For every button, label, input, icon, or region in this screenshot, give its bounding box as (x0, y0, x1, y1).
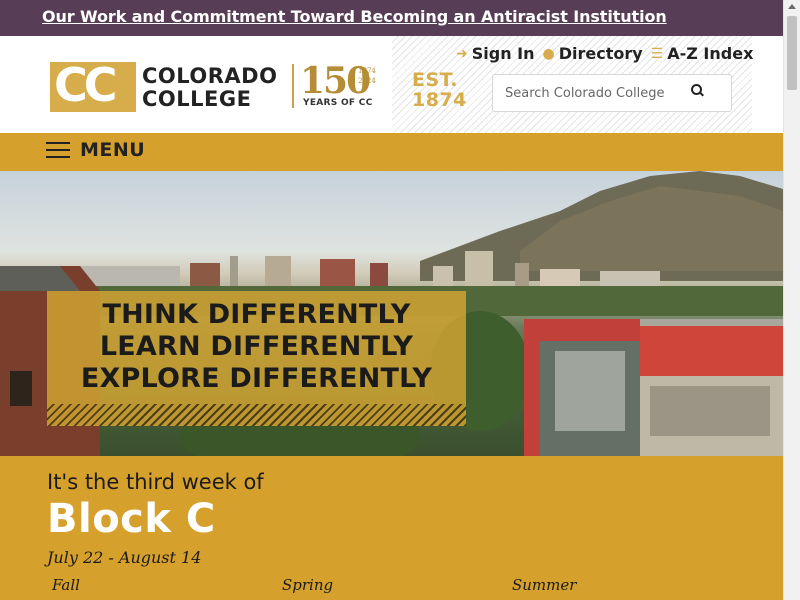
search-icon[interactable] (691, 84, 707, 100)
hamburger-icon (46, 141, 70, 159)
a-z-index-link[interactable]: ☰ A-Z Index (651, 44, 754, 63)
block-calendar-section: It's the third week of Block C July 22 -… (0, 456, 783, 600)
block-intro-text: It's the third week of (47, 470, 264, 494)
anniversary-years: 1874 2024 (358, 67, 376, 85)
utility-area: ➜ Sign In ● Directory ☰ A-Z Index EST. 1… (392, 36, 753, 133)
menu-bar: MENU (0, 133, 783, 171)
colorado-college-logo[interactable]: CC COLORADO COLLEGE 150 1874 2024 YEARS … (48, 58, 378, 114)
season-fall-tab[interactable]: Fall (52, 576, 80, 594)
tagline-line: THINK DIFFERENTLY (102, 299, 411, 330)
block-dates: July 22 - August 14 (47, 548, 202, 567)
user-icon: ● (542, 45, 555, 62)
list-icon: ☰ (650, 45, 664, 62)
tagline-line: EXPLORE DIFFERENTLY (80, 363, 433, 394)
tagline-stripe-decoration (47, 404, 466, 426)
search-box (492, 74, 732, 112)
scroll-up-arrow-icon[interactable] (788, 4, 796, 9)
announcement-bar: Our Work and Commitment Toward Becoming … (0, 0, 783, 36)
directory-link[interactable]: ● Directory (543, 44, 643, 63)
cc-monogram-icon: CC (50, 58, 136, 112)
season-spring-tab[interactable]: Spring (282, 576, 333, 594)
logo-word-colorado: COLORADO (142, 64, 278, 88)
tagline-line: LEARN DIFFERENTLY (99, 331, 414, 362)
menu-label: MENU (80, 139, 146, 161)
scrollbar-thumb[interactable] (787, 16, 797, 90)
tagline-panel: THINK DIFFERENTLY LEARN DIFFERENTLY EXPL… (47, 291, 466, 426)
sign-in-icon: ➜ (456, 45, 468, 62)
current-block-name: Block C (47, 496, 216, 542)
vertical-scrollbar[interactable] (783, 0, 800, 600)
season-summer-tab[interactable]: Summer (512, 576, 576, 594)
site-header: CC COLORADO COLLEGE 150 1874 2024 YEARS … (0, 36, 783, 133)
sign-in-link[interactable]: ➜ Sign In (456, 44, 535, 63)
anniversary-caption: YEARS OF CC (303, 98, 373, 108)
page: Our Work and Commitment Toward Becoming … (0, 0, 800, 600)
hero-image: THINK DIFFERENTLY LEARN DIFFERENTLY EXPL… (0, 171, 783, 456)
utility-links: ➜ Sign In ● Directory ☰ A-Z Index (456, 44, 753, 63)
logo-word-college: COLLEGE (142, 87, 252, 111)
antiracist-announcement-link[interactable]: Our Work and Commitment Toward Becoming … (42, 7, 667, 26)
search-input[interactable] (493, 75, 693, 111)
menu-button[interactable]: MENU (46, 139, 145, 161)
logo-divider (292, 64, 294, 108)
established-mark: EST. 1874 (412, 69, 467, 111)
